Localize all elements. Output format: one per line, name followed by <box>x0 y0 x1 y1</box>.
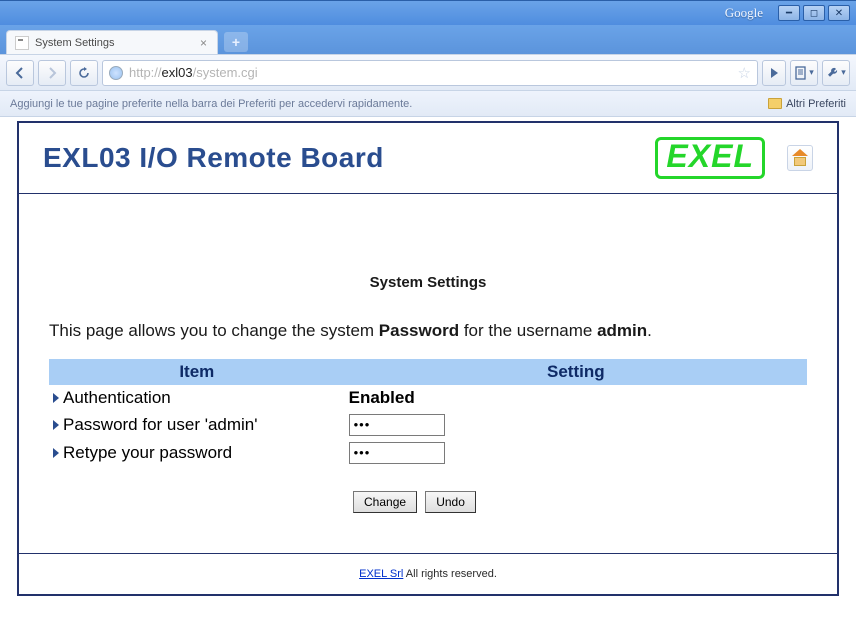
other-bookmarks-label: Altri Preferiti <box>786 98 846 110</box>
url-path: /system.cgi <box>193 65 258 80</box>
col-setting-header: Setting <box>345 359 807 385</box>
brand-logo: EXEL <box>655 137 765 179</box>
retype-password-input[interactable] <box>349 442 445 464</box>
tab-close-icon[interactable]: × <box>200 36 207 50</box>
item-label: Authentication <box>63 388 171 407</box>
intro-username: admin <box>597 321 647 340</box>
footer-rights-text: All rights reserved. <box>403 568 497 580</box>
board-title: EXL03 I/O Remote Board <box>43 142 384 174</box>
item-label: Password for user 'admin' <box>63 415 258 434</box>
minimize-button[interactable]: ━ <box>778 5 800 21</box>
row-arrow-icon <box>53 420 59 430</box>
intro-password-keyword: Password <box>379 321 459 340</box>
password-input[interactable] <box>349 414 445 436</box>
intro-text: This page allows you to change the syste… <box>49 321 807 341</box>
home-icon <box>792 150 808 166</box>
tab-title: System Settings <box>35 37 114 49</box>
page-footer: EXEL Srl All rights reserved. <box>19 553 837 594</box>
tab-strip: System Settings × + <box>0 25 856 55</box>
arrow-left-icon <box>14 67 26 79</box>
home-button[interactable] <box>787 145 813 171</box>
reload-button[interactable] <box>70 60 98 86</box>
document-icon <box>794 66 808 80</box>
page-body: System Settings This page allows you to … <box>19 194 837 553</box>
bookmark-star-icon[interactable]: ☆ <box>738 64 751 82</box>
url-scheme: http:// <box>129 65 162 80</box>
arrow-right-icon <box>46 67 58 79</box>
page-viewport[interactable]: EXL03 I/O Remote Board EXEL System Setti… <box>0 117 856 628</box>
intro-suffix: . <box>647 321 652 340</box>
wrench-icon <box>826 66 840 80</box>
window-title-bar: Google ━ ◻ ✕ <box>0 0 856 25</box>
footer-company-link[interactable]: EXEL Srl <box>359 568 403 580</box>
browser-tab[interactable]: System Settings × <box>6 30 218 54</box>
new-tab-button[interactable]: + <box>224 32 248 52</box>
page-header: EXL03 I/O Remote Board EXEL <box>19 123 837 194</box>
undo-button[interactable]: Undo <box>425 491 476 513</box>
address-bar[interactable]: http://exl03/system.cgi ☆ <box>102 60 758 86</box>
settings-table: Item Setting Authentication Enabled Pass… <box>49 359 807 467</box>
go-button[interactable] <box>762 60 786 86</box>
page-container: EXL03 I/O Remote Board EXEL System Setti… <box>17 121 839 596</box>
table-row: Retype your password <box>49 439 807 467</box>
tools-menu-button[interactable]: ▾ <box>822 60 850 86</box>
browser-toolbar: http://exl03/system.cgi ☆ ▾ ▾ <box>0 55 856 91</box>
intro-mid: for the username <box>459 321 597 340</box>
item-label: Retype your password <box>63 443 232 462</box>
change-button[interactable]: Change <box>353 491 417 513</box>
play-icon <box>769 67 779 79</box>
bookmarks-hint-text: Aggiungi le tue pagine preferite nella b… <box>10 98 412 110</box>
authentication-value: Enabled <box>345 385 807 411</box>
bookmarks-bar: Aggiungi le tue pagine preferite nella b… <box>0 91 856 117</box>
dropdown-caret-icon: ▾ <box>841 67 846 78</box>
folder-icon <box>768 98 782 109</box>
dropdown-caret-icon: ▾ <box>809 67 814 78</box>
forward-button[interactable] <box>38 60 66 86</box>
intro-prefix: This page allows you to change the syste… <box>49 321 379 340</box>
page-menu-button[interactable]: ▾ <box>790 60 818 86</box>
page-heading: System Settings <box>49 274 807 291</box>
reload-icon <box>77 66 91 80</box>
back-button[interactable] <box>6 60 34 86</box>
page-favicon-icon <box>15 36 29 50</box>
form-button-row: Change Undo <box>49 491 807 513</box>
google-brand-label: Google <box>725 5 763 21</box>
site-identity-icon <box>109 66 123 80</box>
maximize-button[interactable]: ◻ <box>803 5 825 21</box>
table-header-row: Item Setting <box>49 359 807 385</box>
row-arrow-icon <box>53 393 59 403</box>
col-item-header: Item <box>49 359 345 385</box>
close-window-button[interactable]: ✕ <box>828 5 850 21</box>
row-arrow-icon <box>53 448 59 458</box>
url-host: exl03 <box>162 65 193 80</box>
other-bookmarks-button[interactable]: Altri Preferiti <box>768 98 846 110</box>
table-row: Password for user 'admin' <box>49 411 807 439</box>
table-row: Authentication Enabled <box>49 385 807 411</box>
